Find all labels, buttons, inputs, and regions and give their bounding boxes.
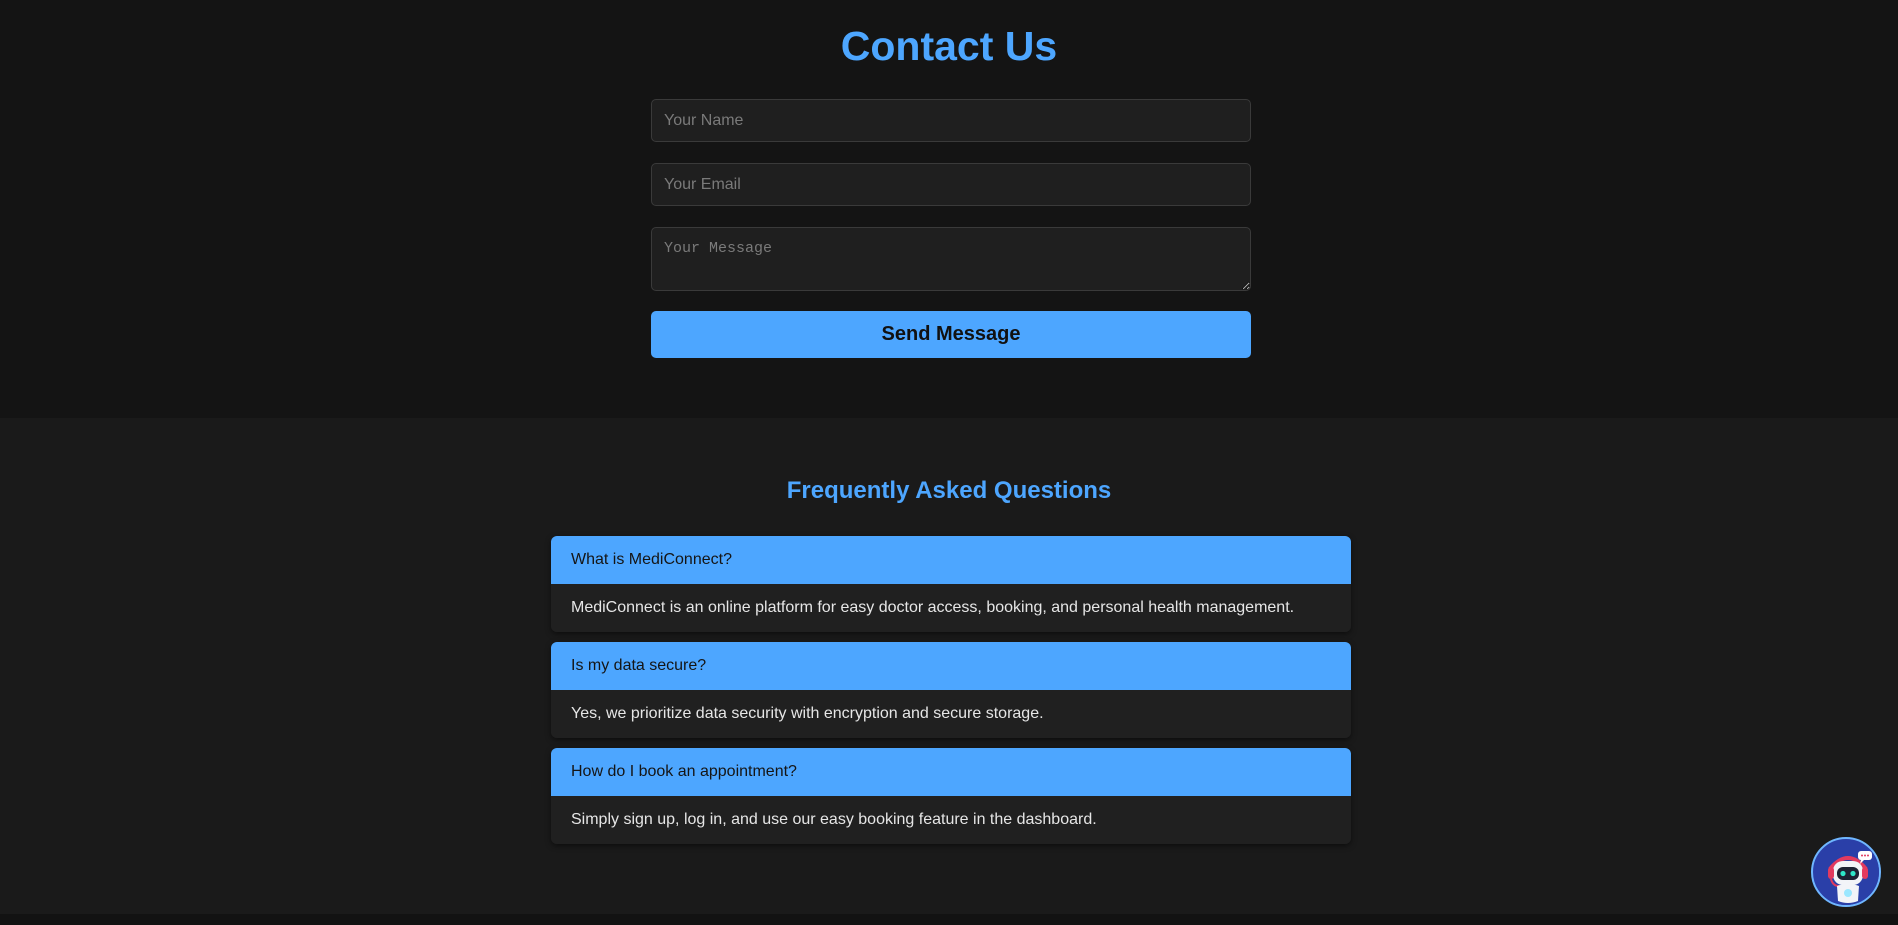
faq-title: Frequently Asked Questions bbox=[786, 477, 1112, 504]
faq-section: Frequently Asked Questions What is MediC… bbox=[0, 418, 1898, 914]
contact-section: Contact Us Send Message bbox=[0, 0, 1898, 418]
chatbot-button[interactable] bbox=[1811, 837, 1881, 907]
contact-title: Contact Us bbox=[840, 23, 1058, 69]
faq-item: How do I book an appointment? Simply sig… bbox=[551, 748, 1351, 844]
faq-item: Is my data secure? Yes, we prioritize da… bbox=[551, 642, 1351, 738]
send-message-button[interactable]: Send Message bbox=[651, 311, 1251, 358]
email-input[interactable] bbox=[651, 163, 1251, 206]
faq-answer: Yes, we prioritize data security with en… bbox=[551, 690, 1351, 738]
faq-question[interactable]: What is MediConnect? bbox=[551, 536, 1351, 584]
faq-answer: MediConnect is an online platform for ea… bbox=[551, 584, 1351, 632]
faq-item: What is MediConnect? MediConnect is an o… bbox=[551, 536, 1351, 632]
faq-question[interactable]: How do I book an appointment? bbox=[551, 748, 1351, 796]
faq-question[interactable]: Is my data secure? bbox=[551, 642, 1351, 690]
name-input[interactable] bbox=[651, 99, 1251, 142]
footer-strip bbox=[0, 914, 1898, 925]
message-textarea[interactable] bbox=[651, 227, 1251, 291]
faq-answer: Simply sign up, log in, and use our easy… bbox=[551, 796, 1351, 844]
